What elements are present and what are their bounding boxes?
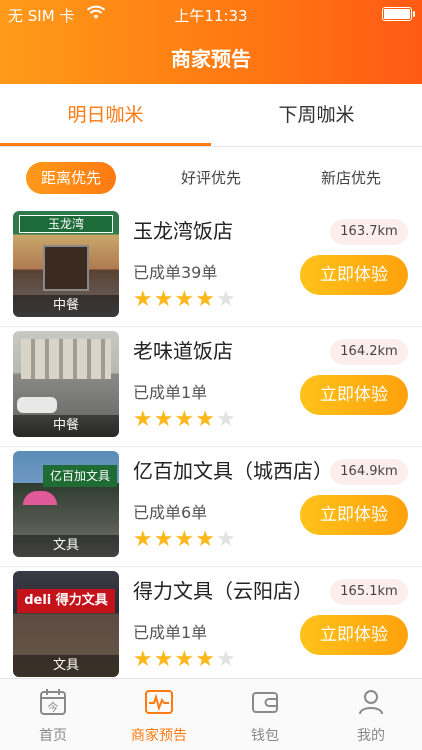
star-icon: ★ <box>195 287 215 312</box>
header: 无 SIM 卡 上午11:33 商家预告 <box>0 0 422 84</box>
filter-bar: 距离优先 好评优先 新店优先 <box>0 147 422 207</box>
store-sign: 亿百加文具 <box>43 465 117 487</box>
star-icon: ★ <box>153 407 174 432</box>
wallet-icon <box>250 687 280 717</box>
store-photo: 亿百加文具 文具 <box>13 451 119 557</box>
try-now-button[interactable]: 立即体验 <box>300 375 408 415</box>
star-icon: ★ <box>174 287 195 312</box>
building <box>21 339 111 379</box>
star-empty-icon: ★ <box>215 527 236 552</box>
tab-bar-top: 明日咖米 下周咖米 <box>0 84 422 148</box>
try-now-button[interactable]: 立即体验 <box>300 615 408 655</box>
distance-badge: 163.7km <box>330 219 408 245</box>
star-icon: ★ <box>174 527 195 552</box>
store-item[interactable]: 玉龙湾 中餐 玉龙湾饭店 163.7km 已成单39单 ★★★★★ 立即体验 <box>0 207 422 327</box>
try-now-button[interactable]: 立即体验 <box>300 495 408 535</box>
rating-stars: ★★★★★ <box>133 529 237 551</box>
store-name: 亿百加文具（城西店） <box>133 459 333 483</box>
rating-stars: ★★★★★ <box>133 409 237 431</box>
store-sign: 玉龙湾 <box>19 215 113 233</box>
store-item[interactable]: deli 得力文具 文具 得力文具（云阳店） 165.1km 已成单1单 ★★★… <box>0 567 422 687</box>
category-label: 中餐 <box>13 295 119 317</box>
battery-icon <box>382 7 415 21</box>
tabbar-label: 我的 <box>357 728 385 744</box>
rating-stars: ★★★★★ <box>133 289 237 311</box>
try-now-button[interactable]: 立即体验 <box>300 255 408 295</box>
order-count: 已成单6单 <box>133 503 208 522</box>
store-name: 得力文具（云阳店） <box>133 579 313 603</box>
filter-distance[interactable]: 距离优先 <box>26 162 116 194</box>
order-count: 已成单1单 <box>133 383 208 402</box>
star-icon: ★ <box>174 407 195 432</box>
tabbar-merchant-preview[interactable]: 商家预告 <box>106 679 212 750</box>
tabbar-mine[interactable]: 我的 <box>318 679 422 750</box>
calendar-day: 今 <box>48 700 59 714</box>
star-empty-icon: ★ <box>215 647 236 672</box>
tab-next-week[interactable]: 下周咖米 <box>211 84 422 148</box>
status-bar: 无 SIM 卡 上午11:33 <box>0 0 422 30</box>
star-icon: ★ <box>195 647 215 672</box>
distance-badge: 164.9km <box>330 459 408 485</box>
star-icon: ★ <box>133 407 153 432</box>
star-icon: ★ <box>195 527 215 552</box>
tabbar-label: 首页 <box>39 728 67 744</box>
store-photo: 中餐 <box>13 331 119 437</box>
tab-tomorrow[interactable]: 明日咖米 <box>0 84 211 148</box>
store-item[interactable]: 亿百加文具 文具 亿百加文具（城西店） 164.9km 已成单6单 ★★★★★ … <box>0 447 422 567</box>
umbrella <box>23 491 57 505</box>
star-icon: ★ <box>153 287 174 312</box>
star-empty-icon: ★ <box>215 287 236 312</box>
store-sign: deli 得力文具 <box>17 589 115 613</box>
calendar-icon: 今 <box>38 687 68 717</box>
store-name: 老味道饭店 <box>133 339 233 363</box>
filter-rating[interactable]: 好评优先 <box>166 162 256 194</box>
tabbar-home[interactable]: 今 首页 <box>0 679 106 750</box>
category-label: 文具 <box>13 535 119 557</box>
distance-badge: 164.2km <box>330 339 408 365</box>
tabbar-wallet[interactable]: 钱包 <box>212 679 318 750</box>
status-time: 上午11:33 <box>174 7 248 25</box>
star-icon: ★ <box>133 287 153 312</box>
bottom-tab-bar: 今 首页 商家预告 钱包 我的 <box>0 678 422 750</box>
star-icon: ★ <box>153 527 174 552</box>
star-icon: ★ <box>174 647 195 672</box>
store-photo: deli 得力文具 文具 <box>13 571 119 677</box>
category-label: 中餐 <box>13 415 119 437</box>
order-count: 已成单39单 <box>133 263 218 282</box>
store-name: 玉龙湾饭店 <box>133 219 233 243</box>
store-photo: 玉龙湾 中餐 <box>13 211 119 317</box>
tabbar-label: 钱包 <box>251 728 279 744</box>
star-icon: ★ <box>195 407 215 432</box>
page-title: 商家预告 <box>171 47 251 71</box>
tabbar-label: 商家预告 <box>131 728 187 744</box>
filter-new[interactable]: 新店优先 <box>306 162 396 194</box>
category-label: 文具 <box>13 655 119 677</box>
star-empty-icon: ★ <box>215 407 236 432</box>
distance-badge: 165.1km <box>330 579 408 605</box>
star-icon: ★ <box>133 527 153 552</box>
star-icon: ★ <box>153 647 174 672</box>
order-count: 已成单1单 <box>133 623 208 642</box>
store-item[interactable]: 中餐 老味道饭店 164.2km 已成单1单 ★★★★★ 立即体验 <box>0 327 422 447</box>
car <box>17 397 57 413</box>
store-door <box>43 245 89 291</box>
user-icon <box>356 687 386 717</box>
rating-stars: ★★★★★ <box>133 649 237 671</box>
star-icon: ★ <box>133 647 153 672</box>
pulse-icon <box>144 687 174 717</box>
